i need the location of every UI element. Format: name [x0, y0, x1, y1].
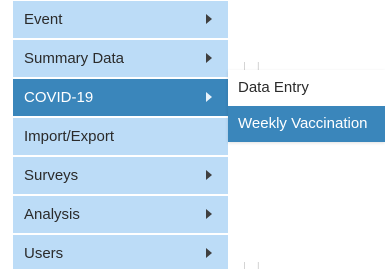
menu-item-label: Surveys [24, 167, 79, 184]
menu-screen: | | | | Event Summary Data COVID-19 Impo… [0, 0, 385, 269]
menu-item-import-export[interactable]: Import/Export [13, 118, 228, 155]
submenu-item-data-entry[interactable]: Data Entry [228, 70, 385, 106]
menu-item-event[interactable]: Event [13, 1, 228, 38]
submenu-item-weekly-vaccination[interactable]: Weekly Vaccination [228, 106, 385, 142]
menu-item-label: Analysis [24, 206, 80, 223]
chevron-right-icon [206, 209, 212, 219]
chevron-right-icon [206, 92, 212, 102]
menu-item-label: Import/Export [24, 128, 115, 145]
menu-item-label: COVID-19 [24, 89, 94, 106]
menu-item-covid-19[interactable]: COVID-19 [13, 79, 228, 116]
main-menu: Event Summary Data COVID-19 Import/Expor… [13, 0, 228, 269]
menu-item-analysis[interactable]: Analysis [13, 196, 228, 233]
chevron-right-icon [206, 53, 212, 63]
menu-item-surveys[interactable]: Surveys [13, 157, 228, 194]
menu-item-label: Users [24, 245, 64, 262]
submenu-item-label: Weekly Vaccination [238, 115, 368, 132]
submenu-item-label: Data Entry [238, 79, 309, 96]
chevron-right-icon [206, 248, 212, 258]
background-fragment: | | [243, 261, 264, 269]
menu-item-label: Summary Data [24, 50, 125, 67]
menu-item-summary-data[interactable]: Summary Data [13, 40, 228, 77]
covid-19-submenu: Data Entry Weekly Vaccination [228, 70, 385, 142]
chevron-right-icon [206, 170, 212, 180]
menu-item-label: Event [24, 11, 63, 28]
chevron-right-icon [206, 14, 212, 24]
menu-item-users[interactable]: Users [13, 235, 228, 269]
